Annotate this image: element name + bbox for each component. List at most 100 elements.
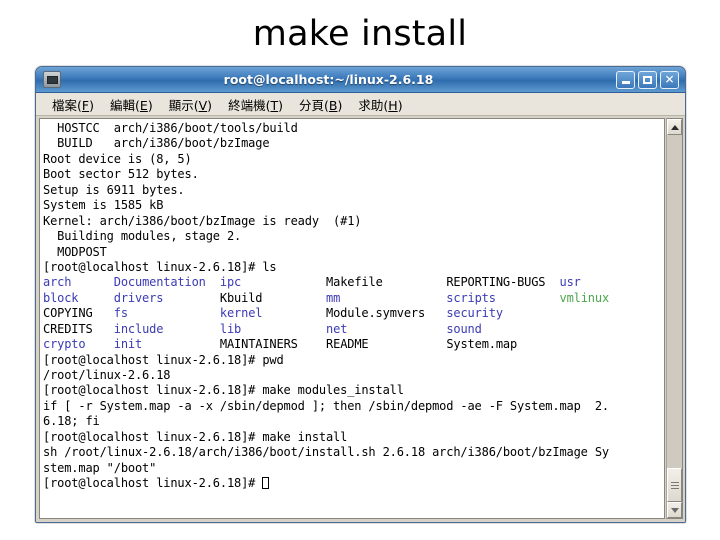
terminal-text: README: [326, 337, 369, 352]
terminal-body: HOSTCC arch/i386/boot/tools/build BUILD …: [36, 116, 685, 522]
menu-item-t[interactable]: 終端機(T): [220, 94, 291, 115]
terminal-line: 6.18; fi: [43, 414, 664, 429]
title-bar[interactable]: root@localhost:~/linux-2.6.18 ✕: [36, 67, 685, 93]
menu-item-paren-close: ): [278, 97, 283, 113]
terminal-text: security: [446, 306, 503, 321]
terminal-text: drivers: [113, 290, 164, 305]
terminal-text: [root@localhost linux-2.6.18]# make modu…: [43, 383, 404, 398]
terminal-output[interactable]: HOSTCC arch/i386/boot/tools/build BUILD …: [39, 118, 665, 519]
terminal-text: vmlinux: [559, 290, 610, 305]
terminal-text: block: [43, 290, 79, 305]
menu-item-label: 求助: [358, 97, 384, 113]
terminal-line: BUILD arch/i386/boot/bzImage: [43, 136, 664, 151]
terminal-window: root@localhost:~/linux-2.6.18 ✕ 檔案(F) 編輯(…: [35, 66, 686, 523]
terminal-text: Building modules, stage 2.: [43, 229, 242, 244]
menu-item-paren-close: ): [89, 97, 94, 113]
terminal-line: Setup is 6911 bytes.: [43, 183, 664, 198]
terminal-text: init: [113, 337, 143, 352]
terminal-text: Documentation: [113, 275, 206, 290]
close-icon: ✕: [664, 72, 675, 86]
terminal-text: Setup is 6911 bytes.: [43, 182, 185, 197]
menu-item-mnemonic: E: [139, 97, 148, 113]
terminal-line: System is 1585 kB: [43, 198, 664, 213]
scrollbar-thumb[interactable]: [667, 468, 682, 502]
maximize-icon: [643, 75, 652, 84]
menu-item-b[interactable]: 分頁(B): [291, 94, 350, 115]
terminal-scrollbar[interactable]: [666, 118, 683, 519]
terminal-text: [root@localhost linux-2.6.18]#: [43, 476, 263, 491]
terminal-text: scripts: [446, 290, 496, 305]
terminal-text: Root device is (8, 5): [43, 151, 192, 166]
terminal-text: lib: [219, 321, 242, 336]
grip-icon: [670, 481, 679, 489]
menu-item-mnemonic: T: [270, 97, 279, 113]
page-title: make install: [252, 14, 468, 54]
terminal-text: Module.symvers: [326, 306, 426, 321]
terminal-cursor: [262, 477, 270, 490]
terminal-line: Building modules, stage 2.: [43, 229, 664, 244]
terminal-text: [root@localhost linux-2.6.18]# make inst…: [43, 429, 348, 444]
menu-item-label: 分頁: [299, 97, 325, 113]
terminal-line: arch Documentation ipc Makefile REPORTIN…: [43, 275, 664, 290]
menu-item-h[interactable]: 求助(H): [350, 94, 410, 115]
menu-item-label: 終端機: [228, 97, 266, 113]
terminal-text: MODPOST: [43, 244, 107, 259]
terminal-line: if [ -r System.map -a -x /sbin/depmod ];…: [43, 399, 664, 414]
terminal-text: net: [326, 321, 348, 336]
terminal-text: include: [113, 321, 164, 336]
scroll-down-button[interactable]: [667, 502, 682, 518]
terminal-text: Makefile: [326, 275, 383, 290]
terminal-text: Boot sector 512 bytes.: [43, 167, 199, 182]
terminal-text: sh /root/linux-2.6.18/arch/i386/boot/ins…: [43, 445, 609, 460]
terminal-text: kernel: [219, 306, 263, 321]
terminal-text: Kernel: arch/i386/boot/bzImage is ready …: [43, 213, 362, 228]
terminal-line: CREDITS include lib net sound: [43, 322, 664, 337]
scrollbar-track[interactable]: [667, 135, 682, 502]
terminal-line: [root@localhost linux-2.6.18]# make inst…: [43, 430, 664, 445]
maximize-button[interactable]: [638, 70, 657, 89]
terminal-text: sound: [446, 321, 482, 336]
terminal-text: [root@localhost linux-2.6.18]# ls: [43, 259, 277, 274]
menu-item-paren-close: ): [337, 97, 343, 113]
menu-item-v[interactable]: 顯示(V): [161, 94, 220, 115]
terminal-text: fs: [113, 306, 128, 321]
menu-item-label: 顯示: [168, 97, 194, 113]
close-button[interactable]: ✕: [660, 70, 679, 89]
terminal-text: 6.18; fi: [43, 414, 100, 429]
menu-item-f[interactable]: 檔案(F): [44, 94, 102, 115]
terminal-text: mm: [326, 290, 341, 305]
terminal-text: REPORTING-BUGS: [446, 275, 546, 290]
minimize-button[interactable]: [616, 70, 635, 89]
terminal-line: /root/linux-2.6.18: [43, 368, 664, 383]
menu-item-e[interactable]: 編輯(E): [102, 94, 161, 115]
terminal-line: stem.map "/boot": [43, 461, 664, 476]
terminal-text: [root@localhost linux-2.6.18]# pwd: [43, 352, 284, 367]
terminal-line: [root@localhost linux-2.6.18]#: [43, 476, 664, 491]
terminal-line: MODPOST: [43, 245, 664, 260]
menu-item-paren-close: ): [397, 97, 403, 113]
menu-bar: 檔案(F) 編輯(E) 顯示(V) 終端機(T) 分頁(B) 求助(H): [36, 93, 685, 116]
terminal-line: crypto init MAINTAINERS README System.ma…: [43, 337, 664, 352]
terminal-text: usr: [559, 275, 581, 290]
terminal-text: if [ -r System.map -a -x /sbin/depmod ];…: [43, 398, 609, 413]
scroll-up-button[interactable]: [667, 119, 682, 135]
terminal-text: /root/linux-2.6.18: [43, 368, 171, 382]
terminal-text: System.map: [446, 337, 518, 352]
